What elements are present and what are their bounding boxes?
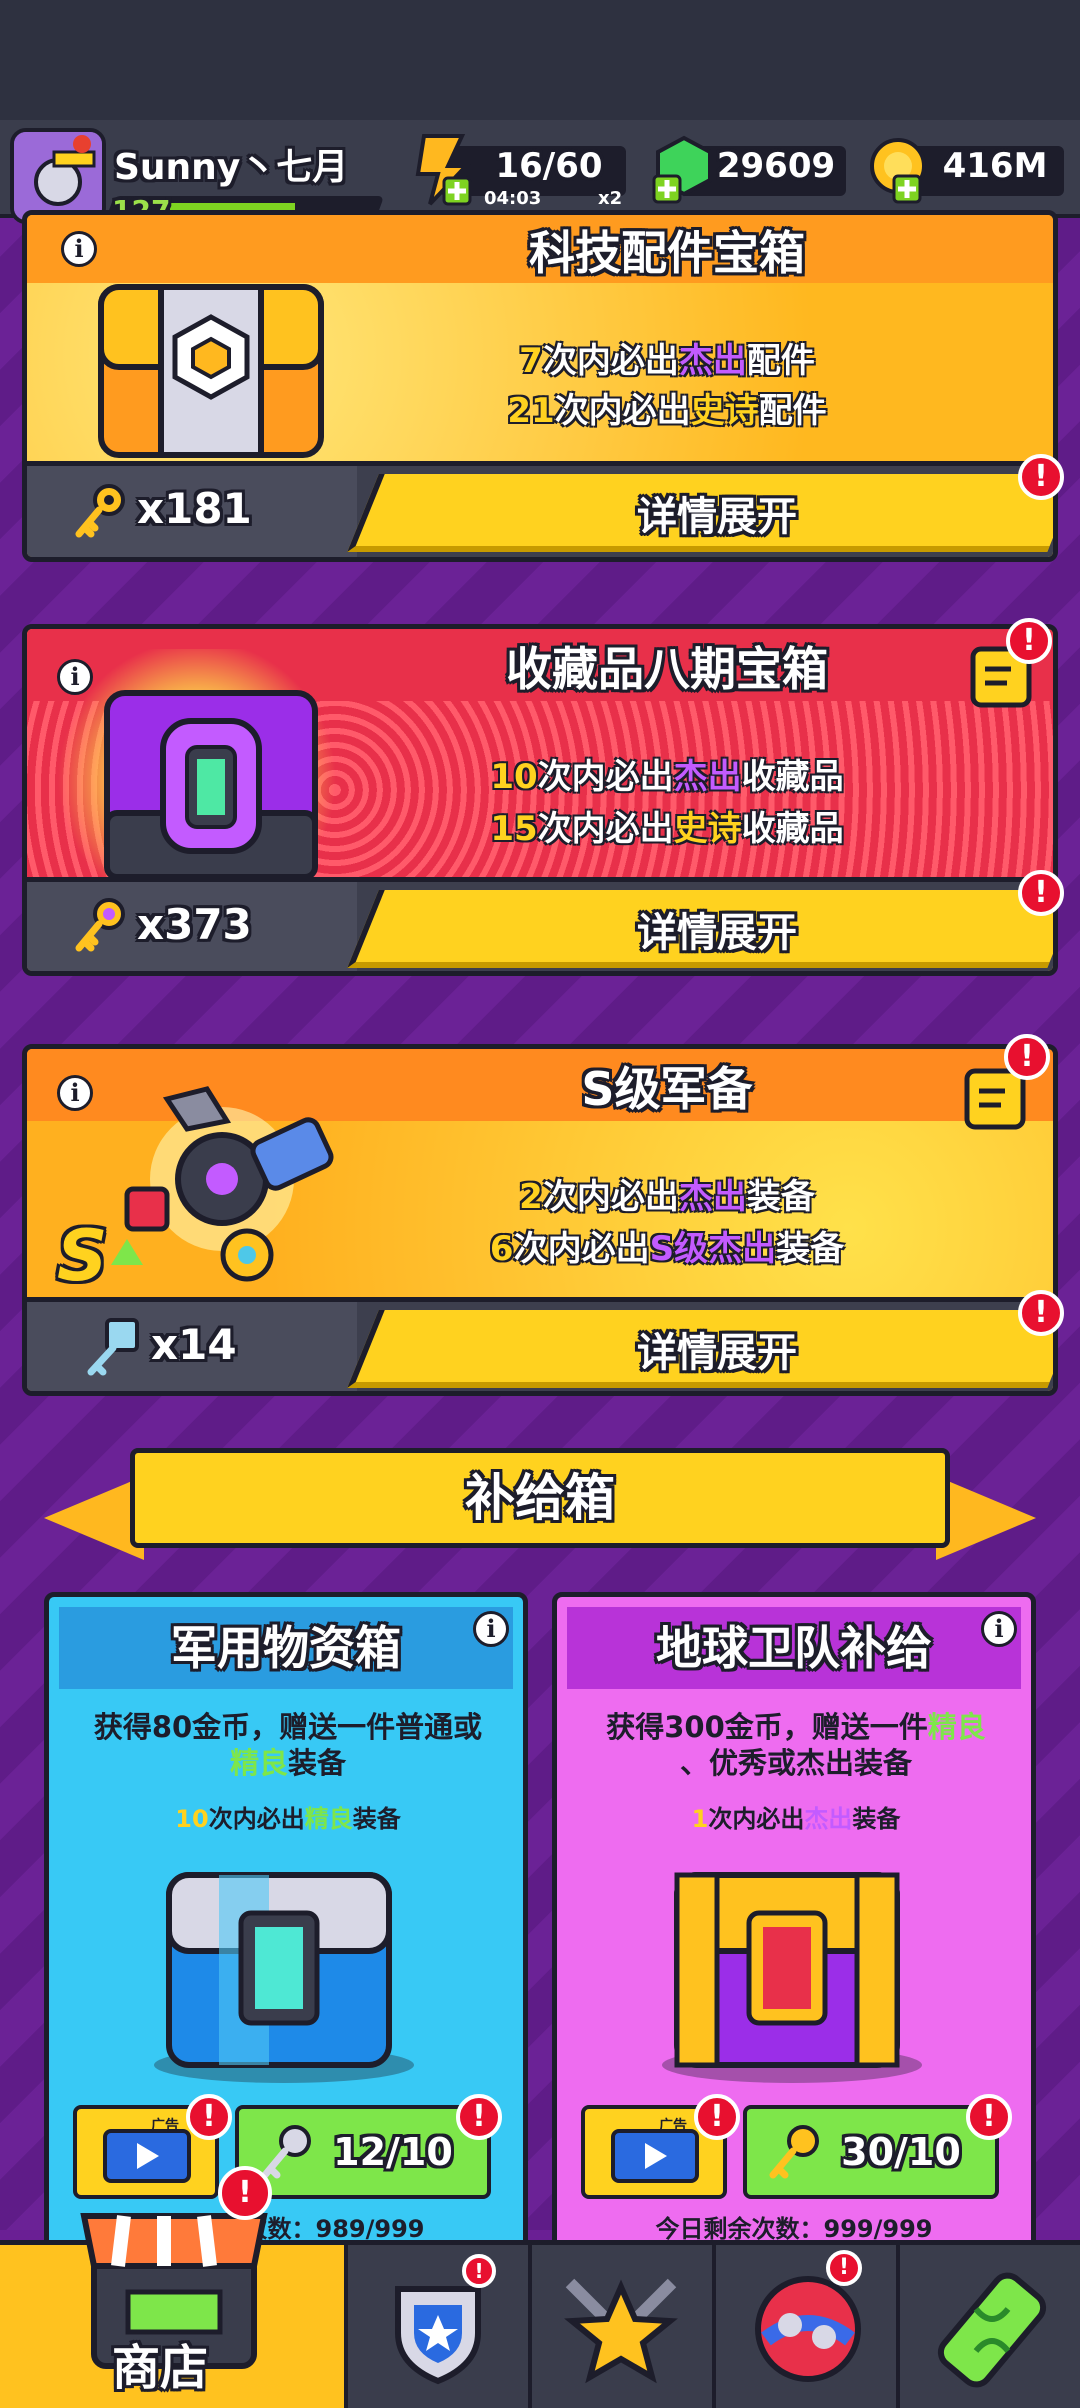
energy-icon[interactable] [410,132,476,212]
nav-tab-badge[interactable] [344,2245,528,2408]
ad-label: 广告 [659,2118,687,2134]
alert-badge: ! [1018,870,1064,916]
dna-capsule-icon [937,2272,1047,2388]
status-bar-area [0,0,1080,120]
info-icon[interactable]: i [57,1075,93,1111]
supply-card-guarantee: 10次内必出精良装备 [175,1805,401,1833]
chest-title: 科技配件宝箱 [529,226,805,280]
chest-guarantee-2: 6次内必出S级杰出装备 [489,1229,845,1269]
alert-badge: ! [966,2094,1012,2140]
supply-card-description: 获得80金币，赠送一件普通或 精良装备 [93,1710,483,1780]
alert-badge: ! [218,2166,272,2220]
info-icon[interactable]: i [61,231,97,267]
gem-value: 29609 [716,146,836,186]
chest-panel-tech: i 科技配件宝箱 7次内必出杰出配件 21次内必出史诗配件 x181 详情展开 [22,210,1058,562]
nav-tab-battle[interactable] [528,2245,712,2408]
key-icon [71,894,131,962]
supply-banner: 补给箱 [130,1448,950,1548]
energy-timer: 04:03 [484,188,542,209]
s-armament-icon [97,1059,367,1313]
chest-guarantee-1: 2次内必出杰出装备 [519,1177,815,1217]
alert-badge: ! [1018,454,1064,500]
coin-icon[interactable] [866,136,932,210]
energy-multiplier: x2 [598,188,623,209]
supply-card-guarantee: 1次内必出杰出装备 [691,1805,901,1833]
chest-footer: x373 详情展开 [27,877,1053,971]
open-with-key-button[interactable]: 30/10 [743,2105,999,2199]
player-name: Sunny丶七月 [114,147,349,188]
key-count: x373 [137,900,252,949]
nav-tab-lab[interactable] [896,2245,1080,2408]
chest-panel-s-armament: i S级军备 S 2次内必出杰出装备 6次内必出S级杰出装备 x14 详情展开 [22,1044,1058,1396]
gem-icon[interactable] [652,134,718,210]
chest-footer: x181 详情展开 [27,461,1053,557]
supply-card-title: 军用物资箱 [59,1607,513,1689]
banner-left-ribbon [44,1476,144,1560]
banner-right-ribbon [936,1476,1036,1560]
key-icon [71,480,131,548]
info-icon[interactable]: i [981,1611,1017,1647]
s-rank-icon: S [57,1215,108,1297]
chest-guarantee-1: 7次内必出杰出配件 [519,341,815,381]
chest-title: S级军备 [581,1062,753,1116]
energy-value: 16/60 [495,146,603,186]
tech-chest-icon [91,267,331,467]
key-icon [765,2121,825,2215]
key-progress: 12/10 [333,2130,453,2174]
supply-card-description: 获得300金币，赠送一件精良 、优秀或杰出装备 [606,1710,986,1780]
alert-badge: ! [186,2094,232,2140]
detail-button-label: 详情展开 [637,910,797,956]
alert-badge: ! [462,2254,496,2288]
chest-guarantee-1: 10次内必出杰出收藏品 [490,757,844,797]
key-count: x181 [137,484,252,533]
nav-shop-label: 商店 [112,2340,209,2396]
alert-badge: ! [826,2250,862,2286]
key-progress: 30/10 [841,2130,961,2174]
alert-badge: ! [1018,1290,1064,1336]
alert-badge: ! [694,2094,740,2140]
chest-guarantee-2: 21次内必出史诗配件 [507,391,827,431]
supply-card-earth-guard[interactable]: 地球卫队补给 i 获得300金币，赠送一件精良 、优秀或杰出装备 1次内必出杰出装… [552,1592,1036,2252]
chest-title: 收藏品八期宝箱 [506,642,828,696]
coin-value: 416M [942,146,1048,186]
chest-panel-collection: i 收藏品八期宝箱 10次内必出杰出收藏品 15次内必出史诗收藏品 x373 详… [22,624,1058,976]
chest-footer: x14 详情展开 [27,1297,1053,1391]
supply-card-title: 地球卫队补给 [567,1607,1021,1689]
upgrade-arrow-icon [111,1239,143,1265]
alert-badge: ! [1004,1034,1050,1080]
nav-tab-planet[interactable] [712,2245,896,2408]
collection-chest-icon [101,683,321,887]
detail-button-label: 详情展开 [637,1330,797,1376]
military-chest-icon [149,1865,419,2089]
key-count: x14 [151,1320,237,1369]
alert-badge: ! [1006,618,1052,664]
planet-icon [755,2276,861,2382]
battle-star-icon [564,2278,678,2384]
open-with-key-button[interactable]: 12/10 [235,2105,491,2199]
earth-guard-chest-icon [657,1865,927,2089]
info-icon[interactable]: i [473,1611,509,1647]
chest-guarantee-2: 15次内必出史诗收藏品 [490,809,844,849]
ad-label: 广告 [151,2118,179,2134]
alert-badge: ! [456,2094,502,2140]
daily-remaining: 今日剩余次数：999/999 [655,2215,933,2243]
key-icon [83,1316,143,1384]
supply-card-military[interactable]: 军用物资箱 i 获得80金币，赠送一件普通或 精良装备 10次内必出精良装备 广告… [44,1592,528,2252]
detail-button-label: 详情展开 [637,494,797,540]
